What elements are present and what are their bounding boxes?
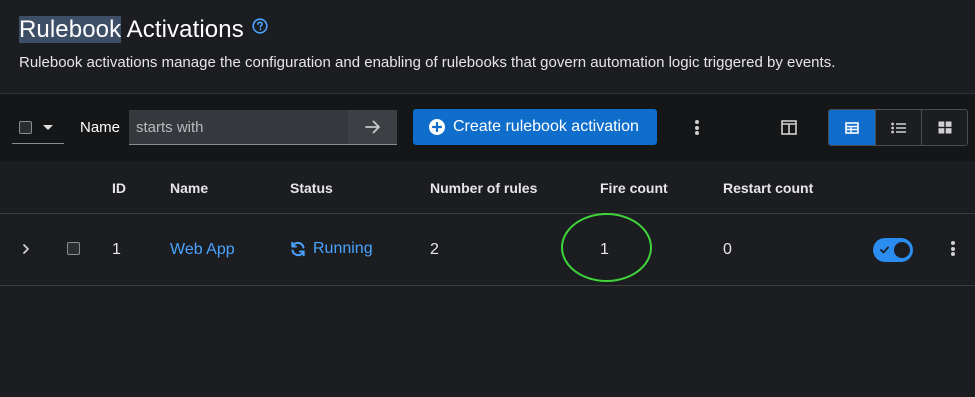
title-row: Rulebook Activations — [19, 16, 268, 44]
plus-circle-icon — [429, 119, 445, 135]
column-header-restart-count[interactable]: Restart count — [723, 180, 813, 196]
name-filter-input[interactable] — [129, 110, 348, 145]
filter-attribute-label[interactable]: Name — [80, 119, 120, 136]
caret-down-icon[interactable] — [43, 125, 53, 130]
column-header-status[interactable]: Status — [290, 180, 333, 196]
check-icon — [880, 246, 889, 254]
create-rulebook-activation-button[interactable]: Create rulebook activation — [413, 109, 657, 145]
row-kebab-menu-icon[interactable] — [950, 241, 956, 256]
rulebook-activations-page: Rulebook Activations Rulebook activation… — [0, 0, 975, 397]
status-label: Running — [313, 240, 373, 257]
table-view-button[interactable] — [829, 110, 875, 145]
columns-icon[interactable] — [781, 120, 797, 135]
arrow-right-icon — [364, 120, 380, 134]
table-header: ID Name Status Number of rules Fire coun… — [0, 161, 975, 214]
cell-id: 1 — [112, 241, 121, 258]
toggle-knob — [894, 242, 910, 258]
enable-activation-toggle[interactable] — [873, 238, 913, 262]
select-all-checkbox[interactable] — [19, 121, 32, 134]
chevron-right-icon[interactable] — [21, 243, 31, 255]
sync-icon — [291, 241, 305, 257]
activation-name-link[interactable]: Web App — [170, 241, 235, 259]
page-header: Rulebook Activations Rulebook activation… — [0, 0, 975, 92]
toolbar: Name Create rulebook activation — [0, 93, 975, 161]
column-header-number-of-rules[interactable]: Number of rules — [430, 180, 537, 196]
status-indicator: Running — [290, 240, 373, 258]
list-view-icon — [891, 122, 906, 133]
row-select-checkbox[interactable] — [67, 242, 80, 255]
cell-number-of-rules: 2 — [430, 241, 439, 258]
bulk-select-dropdown[interactable] — [12, 112, 64, 144]
column-header-id[interactable]: ID — [112, 180, 126, 196]
create-button-label: Create rulebook activation — [453, 118, 639, 135]
help-circle-icon[interactable] — [252, 18, 268, 34]
view-toggle-group — [828, 109, 968, 146]
page-description: Rulebook activations manage the configur… — [19, 54, 836, 71]
column-header-name[interactable]: Name — [170, 180, 208, 196]
toolbar-kebab-menu-icon[interactable] — [694, 120, 700, 135]
cell-restart-count: 0 — [723, 241, 732, 258]
table-row: 1 Web App Running 2 1 0 — [0, 214, 975, 286]
annotation-circle — [561, 213, 652, 282]
cards-view-button[interactable] — [921, 110, 967, 145]
cards-view-icon — [938, 121, 951, 134]
table-view-icon — [845, 121, 859, 134]
page-title: Rulebook Activations — [19, 16, 244, 44]
column-header-fire-count[interactable]: Fire count — [600, 180, 668, 196]
apply-filter-button[interactable] — [348, 110, 397, 145]
title-selected-text: Rulebook — [19, 16, 122, 43]
title-text: Activations — [121, 16, 244, 43]
list-view-button[interactable] — [875, 110, 921, 145]
